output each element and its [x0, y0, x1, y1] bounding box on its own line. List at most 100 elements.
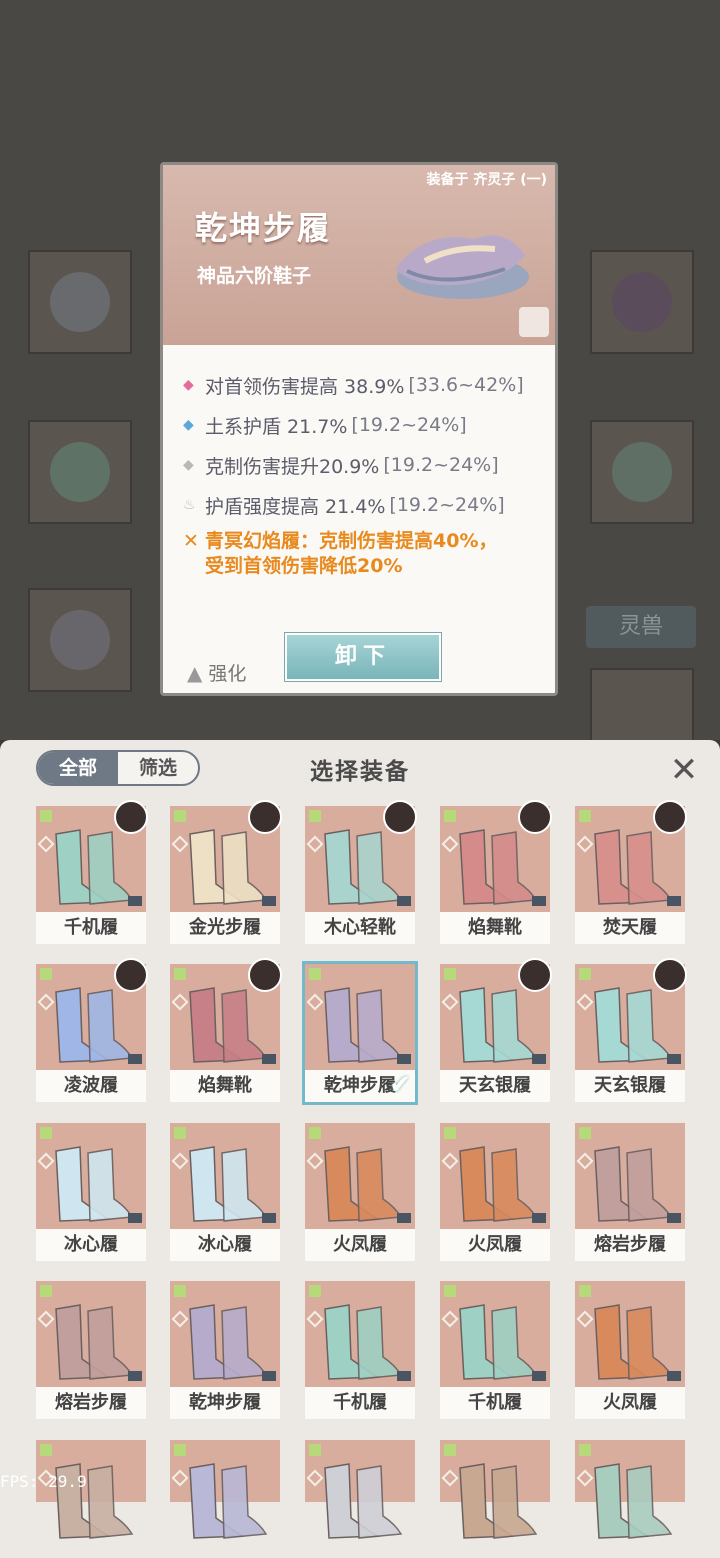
equipment-name: 凌波履 [36, 1070, 146, 1102]
boot-icon [594, 1304, 673, 1380]
equipment-card[interactable]: 木心轻靴 [305, 800, 417, 944]
item-detail-popup: 装备于 齐灵子 (一) 乾坤步履 神品六阶鞋子 ◆ 对首领伤害提高 38.9% [3… [160, 162, 558, 696]
avatar [383, 800, 417, 834]
equipment-name: 熔岩步履 [36, 1387, 146, 1419]
equipment-card[interactable] [36, 1440, 146, 1539]
boot-icon [324, 1463, 403, 1539]
bg-slot [28, 420, 132, 524]
equipment-card[interactable]: 焰舞靴 [440, 800, 552, 944]
item-name: 乾坤步履 [195, 209, 332, 247]
equipment-card[interactable]: 天玄银履 [440, 958, 552, 1102]
bg-slot [590, 668, 694, 742]
equipment-name: 千机履 [440, 1387, 550, 1419]
equipment-card[interactable]: 冰心履 [170, 1123, 280, 1261]
lock-icon [397, 1213, 411, 1223]
slot-tag-icon [444, 1285, 456, 1297]
boot-icon [55, 1463, 134, 1539]
boot-icon [324, 987, 403, 1063]
equipment-card[interactable]: 焚天履 [575, 800, 687, 944]
lock-icon [128, 1054, 142, 1064]
slot-tag-icon [444, 1127, 456, 1139]
lock-icon [397, 896, 411, 906]
slot-tag-icon [309, 968, 321, 980]
slot-tag-icon [444, 968, 456, 980]
equipment-card[interactable]: 冰心履 [36, 1123, 146, 1261]
check-icon: ✔ [389, 1070, 411, 1100]
set-bonus: ✕ 青冥幻焰履：克制伤害提高40%， 受到首领伤害降低20% [183, 530, 498, 577]
slot-tag-icon [309, 1285, 321, 1297]
boot-icon [594, 829, 673, 905]
equipment-card[interactable] [305, 1440, 415, 1539]
avatar [518, 800, 552, 834]
bg-slot [28, 588, 132, 692]
equipment-card[interactable]: 火凤履 [440, 1123, 550, 1261]
equipment-name: 焰舞靴 [170, 1070, 280, 1102]
equipment-card[interactable] [170, 1440, 280, 1539]
boot-icon [324, 1146, 403, 1222]
lock-icon [532, 1371, 546, 1381]
equipment-card[interactable]: 金光步履 [170, 800, 282, 944]
equipment-card[interactable]: 千机履 [36, 800, 148, 944]
lock-icon [128, 896, 142, 906]
lock-icon [667, 896, 681, 906]
avatar [518, 958, 552, 992]
stat-row: ◆ 对首领伤害提高 38.9% [33.6~42%] [183, 374, 524, 398]
unequip-button[interactable]: 卸下 [285, 633, 441, 681]
equipment-name: 千机履 [36, 912, 146, 944]
avatar [653, 958, 687, 992]
equipment-card[interactable]: 千机履 [440, 1281, 550, 1419]
boot-icon [324, 1304, 403, 1380]
equipment-name: 乾坤步履 [170, 1387, 280, 1419]
equipment-card[interactable]: 熔岩步履 [36, 1281, 146, 1419]
stat-row: ♨ 护盾强度提高 21.4% [19.2~24%] [183, 494, 505, 518]
bg-slot [590, 250, 694, 354]
avatar [114, 958, 148, 992]
equipment-name: 金光步履 [170, 912, 280, 944]
boot-icon [55, 1304, 134, 1380]
boot-icon [459, 1146, 538, 1222]
equipment-name: 冰心履 [170, 1229, 280, 1261]
equipment-card[interactable]: 凌波履 [36, 958, 148, 1102]
boot-icon [594, 1146, 673, 1222]
slot-tag-icon [309, 1127, 321, 1139]
boot-icon [189, 1146, 268, 1222]
avatar [114, 800, 148, 834]
lock-icon [128, 1213, 142, 1223]
equipment-card[interactable]: 火凤履 [305, 1123, 415, 1261]
equipment-card[interactable]: 乾坤步履 ✔ [302, 961, 418, 1105]
lock-icon [667, 1054, 681, 1064]
slot-tag-icon [174, 1444, 186, 1456]
slot-tag-icon [40, 1127, 52, 1139]
stat-row: ◆ 土系护盾 21.7% [19.2~24%] [183, 414, 467, 438]
boot-icon [324, 829, 403, 905]
slot-tag-icon [40, 1285, 52, 1297]
bg-slot [28, 250, 132, 354]
lock-icon [667, 1213, 681, 1223]
equipment-card[interactable]: 天玄银履 [575, 958, 687, 1102]
equipment-name: 火凤履 [440, 1229, 550, 1261]
equipment-select-panel: 全部 筛选 选择装备 ✕ 千机履 金光步履 木心轻靴 焰舞靴 焚天履 凌波履 焰舞靴 乾坤步履… [0, 740, 720, 1558]
slot-tag-icon [579, 1285, 591, 1297]
upgrade-button[interactable]: ▲ 强化 [187, 659, 246, 686]
equipment-card[interactable]: 焰舞靴 [170, 958, 282, 1102]
close-icon[interactable]: ✕ [664, 750, 704, 790]
lock-icon [532, 896, 546, 906]
equipment-card[interactable] [440, 1440, 550, 1539]
lock-icon [667, 1371, 681, 1381]
boot-icon [55, 987, 134, 1063]
beast-tab[interactable]: 灵兽 [586, 606, 696, 648]
boot-icon [594, 987, 673, 1063]
lock-icon [397, 1371, 411, 1381]
equipment-card[interactable]: 熔岩步履 [575, 1123, 685, 1261]
slot-tag-icon [174, 968, 186, 980]
equipment-card[interactable] [575, 1440, 685, 1539]
flame-icon: ♨ [183, 497, 196, 513]
equipment-card[interactable]: 乾坤步履 [170, 1281, 280, 1419]
slot-tag-icon [309, 810, 321, 822]
boot-icon [594, 1463, 673, 1539]
slot-tag-icon [579, 1127, 591, 1139]
equipment-card[interactable]: 千机履 [305, 1281, 415, 1419]
equipment-card[interactable]: 火凤履 [575, 1281, 685, 1419]
lock-icon[interactable] [519, 307, 549, 337]
slot-tag-icon [40, 1444, 52, 1456]
